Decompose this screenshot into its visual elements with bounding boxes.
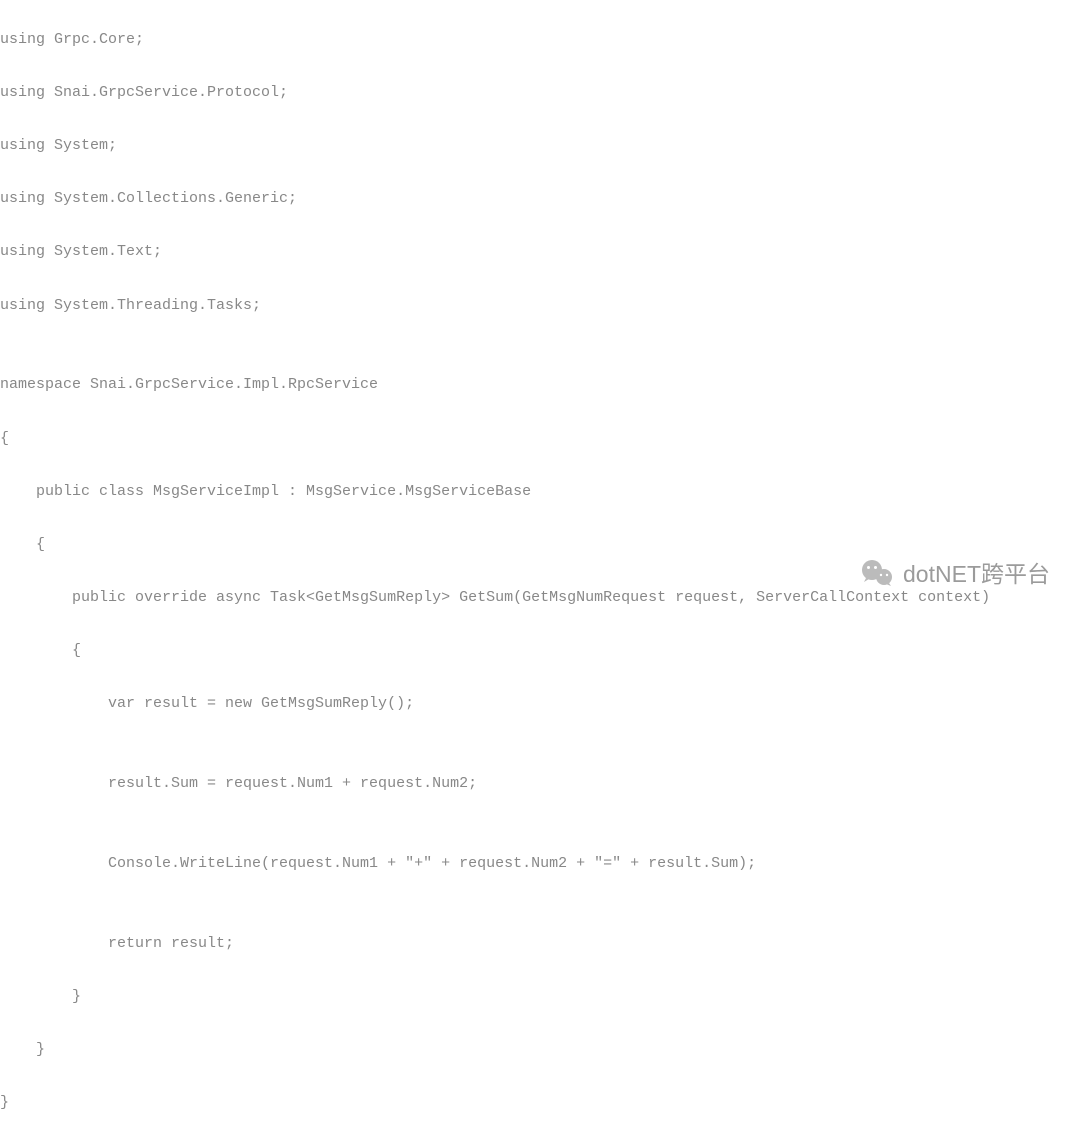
code-line: using System.Threading.Tasks;	[0, 293, 1080, 320]
watermark-text: dotNET跨平台	[903, 561, 1050, 588]
code-line: return result;	[0, 931, 1080, 958]
code-line: {	[0, 532, 1080, 559]
code-line: using Grpc.Core;	[0, 27, 1080, 54]
code-line: using System.Collections.Generic;	[0, 186, 1080, 213]
code-line: using System;	[0, 133, 1080, 160]
code-line: }	[0, 1090, 1080, 1117]
code-line: result.Sum = request.Num1 + request.Num2…	[0, 771, 1080, 798]
code-line: using Snai.GrpcService.Protocol;	[0, 80, 1080, 107]
code-line: {	[0, 426, 1080, 453]
code-line: }	[0, 984, 1080, 1011]
wechat-icon	[859, 556, 895, 592]
code-line: Console.WriteLine(request.Num1 + "+" + r…	[0, 851, 1080, 878]
code-line: using System.Text;	[0, 239, 1080, 266]
code-line: public class MsgServiceImpl : MsgService…	[0, 479, 1080, 506]
watermark: dotNET跨平台	[859, 556, 1050, 592]
code-line: {	[0, 638, 1080, 665]
code-line: namespace Snai.GrpcService.Impl.RpcServi…	[0, 372, 1080, 399]
code-line: var result = new GetMsgSumReply();	[0, 691, 1080, 718]
code-line: }	[0, 1037, 1080, 1064]
